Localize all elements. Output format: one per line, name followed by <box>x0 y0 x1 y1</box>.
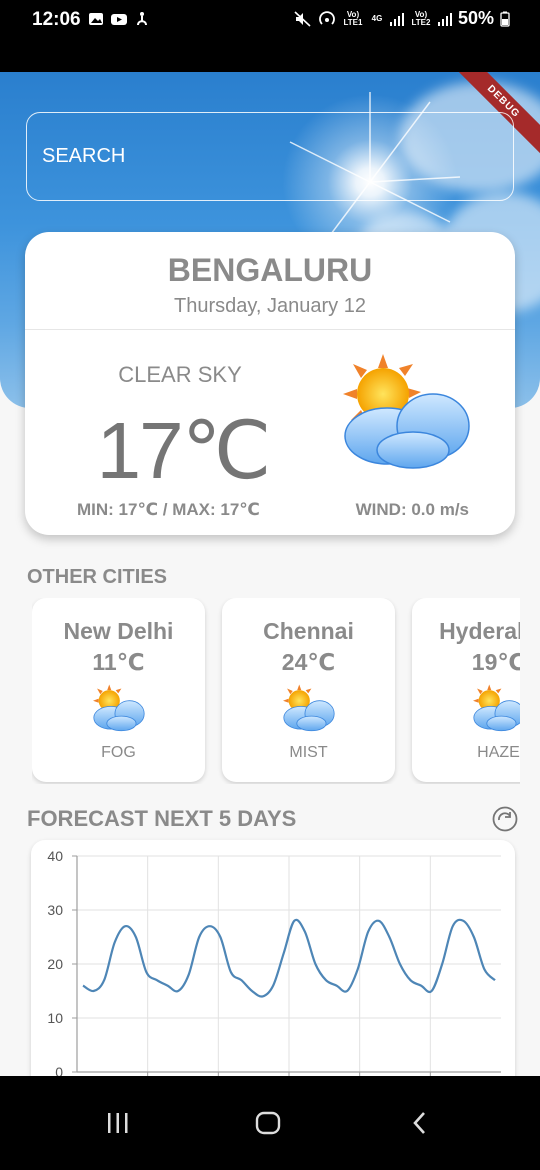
city-tile-hyderabad[interactable]: Hyderabad 19℃ HAZE <box>412 598 520 782</box>
battery-percent: 50% <box>457 8 494 28</box>
gallery-icon <box>89 13 103 25</box>
current-condition: CLEAR SKY <box>118 362 242 387</box>
search-placeholder: SEARCH <box>42 145 126 167</box>
status-notification-icons <box>88 11 150 27</box>
city-tile-name: Chennai <box>263 618 354 644</box>
other-cities-list[interactable]: New Delhi 11℃ FOG Chennai 24℃ MIST Hyder… <box>32 598 520 784</box>
city-tile-name: New Delhi <box>63 618 174 644</box>
network-1-label: Vo) LTE1 <box>343 9 363 27</box>
city-tile-temp: 11℃ <box>92 649 145 675</box>
home-button[interactable] <box>208 1076 328 1170</box>
city-name: BENGALURU <box>167 252 373 288</box>
refresh-icon[interactable] <box>492 806 518 832</box>
city-tile-chennai[interactable]: Chennai 24℃ MIST <box>222 598 395 782</box>
card-divider <box>25 329 515 330</box>
city-tile-condition: MIST <box>289 744 328 761</box>
wind-speed: WIND: 0.0 m/s <box>355 500 469 519</box>
status-right: Vo) LTE1 4G Vo) LTE2 50% <box>294 8 510 29</box>
city-tile-new-delhi[interactable]: New Delhi 11℃ FOG <box>32 598 205 782</box>
city-tile-name: Hyderabad <box>439 618 520 644</box>
status-bar: 12:06 Vo) LTE1 4G Vo) LTE2 50% <box>0 0 540 72</box>
navigation-bar <box>0 1076 540 1170</box>
forecast-chart-card: 0 10 20 30 40 <box>31 840 515 1076</box>
search-input[interactable]: SEARCH <box>26 112 514 201</box>
partly-cloudy-icon <box>473 684 520 732</box>
home-icon <box>255 1111 281 1135</box>
current-date: Thursday, January 12 <box>174 295 366 317</box>
back-icon <box>413 1112 425 1134</box>
network-type-label: 4G <box>371 13 383 23</box>
recents-icon <box>108 1113 128 1133</box>
chart-y-tick-label: 40 <box>47 848 63 864</box>
network-2-label: Vo) LTE2 <box>411 9 431 27</box>
city-tile-condition: HAZE <box>477 744 520 761</box>
partly-cloudy-icon <box>283 684 335 732</box>
chart-y-tick-label: 30 <box>47 902 63 918</box>
status-time: 12:06 <box>32 9 81 30</box>
chart-y-tick-label: 20 <box>47 956 63 972</box>
signal-1-icon <box>389 12 404 26</box>
forecast-chart: 0 10 20 30 40 <box>47 848 501 1076</box>
city-tile-temp: 19℃ <box>471 649 520 675</box>
chart-y-tick-label: 10 <box>47 1010 63 1026</box>
forecast-title: FORECAST NEXT 5 DAYS <box>27 806 297 831</box>
min-max-temperature: MIN: 17℃ / MAX: 17℃ <box>77 500 260 519</box>
hotspot-icon <box>319 10 335 25</box>
current-weather-card: BENGALURU Thursday, January 12 CLEAR SKY… <box>25 232 515 535</box>
partly-cloudy-icon <box>343 354 470 469</box>
current-temperature: 17℃ <box>96 406 272 495</box>
weather-app: DEBUG SEARCH BENGALURU Thursday, January… <box>0 72 540 1076</box>
city-tile-temp: 24℃ <box>281 649 336 675</box>
youtube-icon <box>111 14 127 25</box>
other-cities-title: OTHER CITIES <box>27 566 168 588</box>
back-button[interactable] <box>360 1076 480 1170</box>
city-tile-condition: FOG <box>101 744 136 761</box>
signal-2-icon <box>437 12 452 26</box>
recents-button[interactable] <box>58 1076 178 1170</box>
battery-icon <box>500 11 510 27</box>
mute-icon <box>294 10 311 27</box>
accessibility-icon <box>137 12 147 26</box>
partly-cloudy-icon <box>93 684 145 732</box>
chart-y-tick-label: 0 <box>55 1064 63 1076</box>
